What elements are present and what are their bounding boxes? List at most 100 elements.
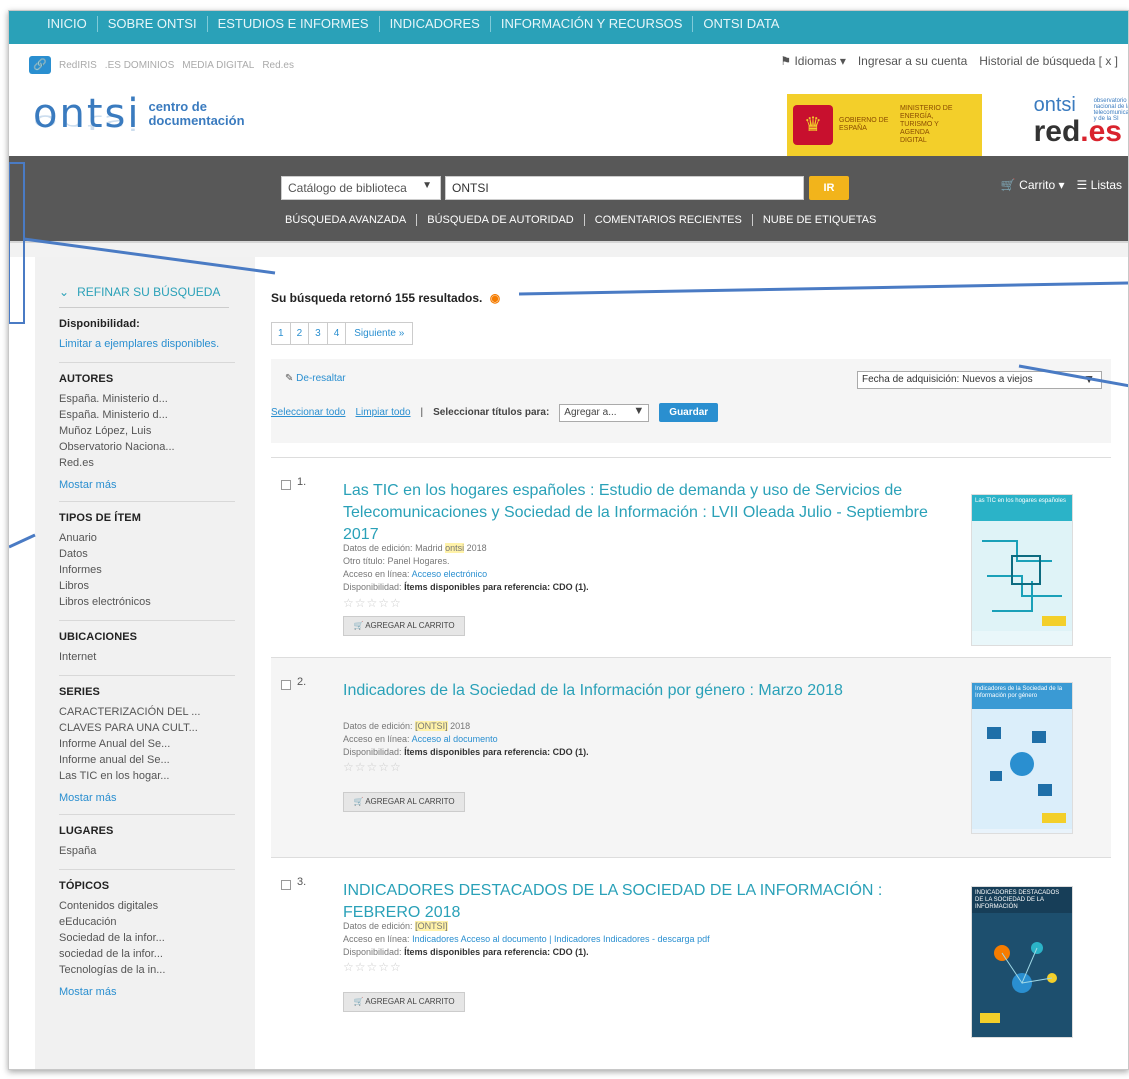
lists-menu[interactable]: ☰ Listas <box>1077 178 1122 192</box>
show-more-link[interactable]: Mostar más <box>59 986 235 998</box>
facet-item[interactable]: Internet <box>59 649 235 665</box>
facet-item[interactable]: CLAVES PARA UNA CULT... <box>59 720 235 736</box>
save-button[interactable]: Guardar <box>659 403 719 422</box>
nav-ontsi-data[interactable]: ONTSI DATA <box>693 16 789 32</box>
result-title[interactable]: INDICADORES DESTACADOS DE LA SOCIEDAD DE… <box>343 880 953 924</box>
rss-icon[interactable]: ◉ <box>490 291 500 305</box>
book-cover[interactable]: Indicadores de la Sociedad de la Informa… <box>971 682 1073 834</box>
partner-links: 🔗 RedIRIS .ES DOMINIOS MEDIA DIGITAL Red… <box>29 56 294 74</box>
facet-item[interactable]: Datos <box>59 546 235 562</box>
add-to-cart-button[interactable]: 🛒 AGREGAR AL CARRITO <box>343 616 465 636</box>
refine-sidebar: ⌄ REFINAR SU BÚSQUEDA Disponibilidad: Li… <box>35 257 255 1069</box>
online-access-link[interactable]: Indicadores Acceso al documento | Indica… <box>412 934 710 944</box>
government-logo: ♛ GOBIERNO DE ESPAÑA MINISTERIO DE ENERG… <box>787 94 982 156</box>
facet-item[interactable]: sociedad de la infor... <box>59 946 235 962</box>
facet-item[interactable]: Las TIC en los hogar... <box>59 768 235 784</box>
facet-item-types: TIPOS DE ÍTEM Anuario Datos Informes Lib… <box>59 502 235 621</box>
cart-icon: 🛒 <box>353 621 366 630</box>
refine-toggle[interactable]: ⌄ REFINAR SU BÚSQUEDA <box>59 285 229 308</box>
link-icon[interactable]: 🔗 <box>29 56 51 74</box>
login-link[interactable]: Ingresar a su cuenta <box>858 54 967 68</box>
user-links: ⚑ Idiomas ▾ Ingresar a su cuenta Histori… <box>780 54 1118 68</box>
facet-item[interactable]: España. Ministerio d... <box>59 391 235 407</box>
gov-text: GOBIERNO DE ESPAÑA <box>839 117 889 132</box>
nav-indicadores[interactable]: INDICADORES <box>380 16 491 32</box>
authority-search-link[interactable]: BÚSQUEDA DE AUTORIDAD <box>417 214 585 226</box>
facet-item[interactable]: Libros <box>59 578 235 594</box>
header-strip: 🔗 RedIRIS .ES DOMINIOS MEDIA DIGITAL Red… <box>9 44 1128 172</box>
next-page[interactable]: Siguiente » <box>346 323 412 344</box>
facet-item[interactable]: Contenidos digitales <box>59 898 235 914</box>
red-es-link[interactable]: Red.es <box>262 60 294 71</box>
facet-item[interactable]: España <box>59 843 235 859</box>
result-checkbox[interactable] <box>281 680 291 690</box>
ontsi-logo[interactable]: ontsi ontsi centro de documentación <box>33 94 245 134</box>
flag-icon: ⚑ <box>780 54 795 68</box>
book-cover[interactable]: Las TIC en los hogares españoles <box>971 494 1073 646</box>
catalog-select[interactable]: Catálogo de biblioteca ▼ <box>281 176 441 200</box>
page-3[interactable]: 3 <box>309 323 328 344</box>
facet-series: SERIES CARACTERIZACIÓN DEL ... CLAVES PA… <box>59 676 235 815</box>
facet-item[interactable]: España. Ministerio d... <box>59 407 235 423</box>
select-all-link[interactable]: Seleccionar todo <box>271 407 346 418</box>
add-to-select[interactable]: Agregar a... ▼ <box>559 403 650 422</box>
show-more-link[interactable]: Mostar más <box>59 479 235 491</box>
facet-item[interactable]: Libros electrónicos <box>59 594 235 610</box>
limit-available-link[interactable]: Limitar a ejemplares disponibles. <box>59 336 235 352</box>
result-title[interactable]: Las TIC en los hogares españoles : Estud… <box>343 480 953 546</box>
facet-item[interactable]: Tecnologías de la in... <box>59 962 235 978</box>
sort-select[interactable]: Fecha de adquisición: Nuevos a viejos ▼ <box>857 371 1102 389</box>
search-history-link[interactable]: Historial de búsqueda [ x ] <box>979 54 1118 68</box>
search-go-button[interactable]: IR <box>809 176 849 200</box>
availability-info: Disponibilidad: Ítems disponibles para r… <box>343 947 589 957</box>
facet-item[interactable]: Informe Anual del Se... <box>59 736 235 752</box>
facet-item[interactable]: Informes <box>59 562 235 578</box>
facet-item[interactable]: Muñoz López, Luis <box>59 423 235 439</box>
nav-sobre-ontsi[interactable]: SOBRE ONTSI <box>98 16 208 32</box>
tag-cloud-link[interactable]: NUBE DE ETIQUETAS <box>753 214 886 226</box>
rating-stars[interactable]: ☆☆☆☆☆ <box>343 960 402 974</box>
es-dominios-link[interactable]: .ES DOMINIOS <box>105 60 174 71</box>
facet-title: TIPOS DE ÍTEM <box>59 512 141 524</box>
show-more-link[interactable]: Mostar más <box>59 792 235 804</box>
languages-menu[interactable]: ⚑ Idiomas ▾ <box>780 54 845 68</box>
page-1[interactable]: 1 <box>272 323 291 344</box>
cover-title: Las TIC en los hogares españoles <box>972 495 1072 521</box>
facet-item[interactable]: Red.es <box>59 455 235 471</box>
rating-stars[interactable]: ☆☆☆☆☆ <box>343 596 402 610</box>
chevron-down-icon: ▼ <box>422 180 432 191</box>
result-checkbox[interactable] <box>281 880 291 890</box>
book-cover[interactable]: INDICADORES DESTACADOS DE LA SOCIEDAD DE… <box>971 886 1073 1038</box>
select-titles-label: Seleccionar títulos para: <box>433 407 550 418</box>
facet-item[interactable]: eEducación <box>59 914 235 930</box>
facet-title: TÓPICOS <box>59 880 110 892</box>
add-to-cart-button[interactable]: 🛒 AGREGAR AL CARRITO <box>343 992 465 1012</box>
rating-stars[interactable]: ☆☆☆☆☆ <box>343 760 402 774</box>
nav-inicio[interactable]: INICIO <box>37 16 98 32</box>
facet-item[interactable]: Anuario <box>59 530 235 546</box>
rediris-link[interactable]: RedIRIS <box>59 60 97 71</box>
nav-informacion[interactable]: INFORMACIÓN Y RECURSOS <box>491 16 694 32</box>
red-es-logo: ontsi observatorio nacional de las telec… <box>1034 94 1128 147</box>
facet-item[interactable]: Sociedad de la infor... <box>59 930 235 946</box>
cart-menu[interactable]: 🛒 Carrito ▾ <box>1001 178 1065 192</box>
add-to-cart-button[interactable]: 🛒 AGREGAR AL CARRITO <box>343 792 465 812</box>
online-access-link[interactable]: Acceso al documento <box>412 734 498 744</box>
facet-item[interactable]: CARACTERIZACIÓN DEL ... <box>59 704 235 720</box>
search-input[interactable]: ONTSI <box>445 176 804 200</box>
result-checkbox[interactable] <box>281 480 291 490</box>
page-2[interactable]: 2 <box>291 323 310 344</box>
online-access-link[interactable]: Acceso electrónico <box>412 569 488 579</box>
nav-estudios[interactable]: ESTUDIOS E INFORMES <box>208 16 380 32</box>
clear-all-link[interactable]: Limpiar todo <box>356 407 411 418</box>
result-item-2: 2. Indicadores de la Sociedad de la Info… <box>271 657 1111 857</box>
recent-comments-link[interactable]: COMENTARIOS RECIENTES <box>585 214 753 226</box>
advanced-search-link[interactable]: BÚSQUEDA AVANZADA <box>285 214 418 226</box>
facet-item[interactable]: Observatorio Naciona... <box>59 439 235 455</box>
result-title[interactable]: Indicadores de la Sociedad de la Informa… <box>343 680 953 702</box>
facet-item[interactable]: Informe anual del Se... <box>59 752 235 768</box>
online-access: Acceso en línea: Acceso electrónico <box>343 569 488 579</box>
media-digital-link[interactable]: MEDIA DIGITAL <box>182 60 254 71</box>
page-4[interactable]: 4 <box>328 323 347 344</box>
dehighlight-link[interactable]: ✎ De-resaltar <box>285 373 346 384</box>
